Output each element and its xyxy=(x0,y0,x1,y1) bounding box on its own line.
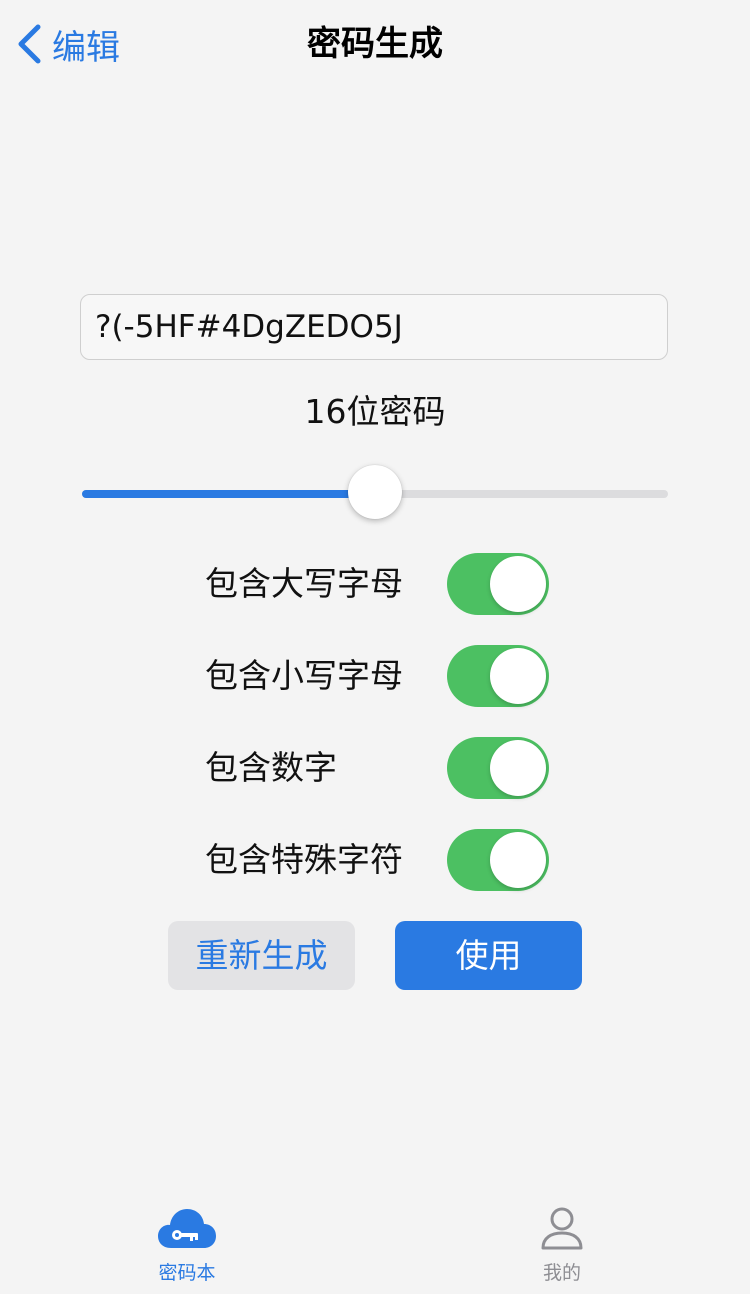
length-slider[interactable] xyxy=(82,465,668,519)
option-digits-row: 包含数字 xyxy=(205,737,550,799)
toggle-knob xyxy=(490,832,546,888)
toggle-knob xyxy=(490,556,546,612)
length-slider-thumb[interactable] xyxy=(348,465,402,519)
option-digits-label: 包含数字 xyxy=(205,748,337,787)
password-length-label: 16位密码 xyxy=(304,392,446,431)
digits-toggle[interactable] xyxy=(447,737,549,799)
page-title: 密码生成 xyxy=(307,24,443,64)
use-button[interactable]: 使用 xyxy=(395,921,582,990)
toggle-knob xyxy=(490,740,546,796)
tab-me-label: 我的 xyxy=(542,1262,581,1284)
password-field[interactable]: ?(-5HF#4DgZEDO5J xyxy=(80,294,668,360)
person-icon xyxy=(541,1207,583,1250)
toggle-knob xyxy=(490,648,546,704)
option-lowercase-label: 包含小写字母 xyxy=(205,656,403,695)
cloud-key-icon xyxy=(158,1209,216,1248)
special-chars-toggle[interactable] xyxy=(447,829,549,891)
option-uppercase-row: 包含大写字母 xyxy=(205,553,550,615)
tab-vault-label: 密码本 xyxy=(158,1262,216,1284)
uppercase-toggle[interactable] xyxy=(447,553,549,615)
length-slider-fill xyxy=(82,490,375,498)
tab-me[interactable]: 我的 xyxy=(492,1206,632,1294)
option-uppercase-label: 包含大写字母 xyxy=(205,564,403,603)
regenerate-button[interactable]: 重新生成 xyxy=(168,921,355,990)
option-lowercase-row: 包含小写字母 xyxy=(205,645,550,707)
lowercase-toggle[interactable] xyxy=(447,645,549,707)
option-special-row: 包含特殊字符 xyxy=(205,829,550,891)
option-special-label: 包含特殊字符 xyxy=(205,840,403,879)
tab-vault[interactable]: 密码本 xyxy=(117,1206,257,1294)
